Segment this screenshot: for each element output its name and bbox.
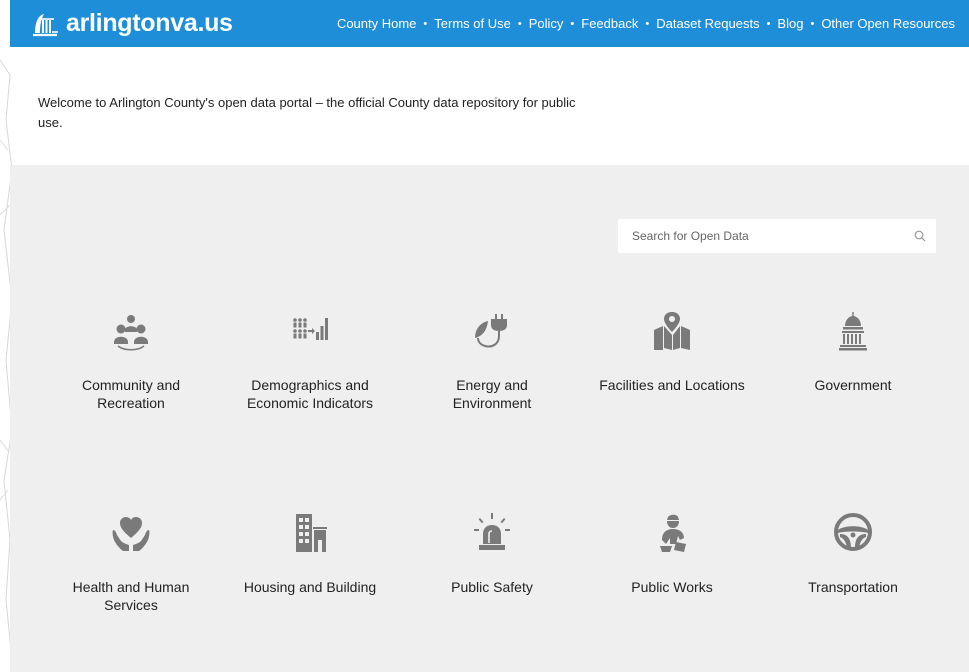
category-label: Transportation <box>808 579 898 595</box>
government-icon <box>839 312 867 351</box>
category-panel: Community and Recreation Demographics an… <box>10 165 969 672</box>
community-icon <box>114 315 148 351</box>
category-label: Facilities and Locations <box>599 377 745 393</box>
energy-icon <box>475 314 507 348</box>
nav-separator: • <box>423 17 428 30</box>
category-label: Demographics and Economic Indicators <box>246 377 374 411</box>
category-transportation[interactable]: Transportation <box>778 510 928 596</box>
site-header: arlingtonva.us County Home • Terms of Us… <box>10 0 969 47</box>
category-public-safety[interactable]: Public Safety <box>417 510 567 596</box>
category-label: Government <box>814 377 892 393</box>
category-public-works[interactable]: Public Works <box>597 510 747 596</box>
category-health-human-services[interactable]: Health and Human Services <box>56 510 206 614</box>
nav-separator: • <box>570 17 575 30</box>
search-box[interactable] <box>618 219 936 253</box>
category-label: Health and Human Services <box>72 579 190 613</box>
category-label: Public Works <box>631 579 713 595</box>
public-safety-icon <box>474 513 510 550</box>
transportation-icon <box>834 513 872 551</box>
facilities-icon <box>654 312 690 350</box>
housing-icon <box>296 514 327 552</box>
nav-blog[interactable]: Blog <box>777 16 803 31</box>
site-name: arlingtonva.us <box>66 9 233 37</box>
category-community-recreation[interactable]: Community and Recreation <box>56 308 206 412</box>
welcome-text: Welcome to Arlington County's open data … <box>38 95 576 130</box>
category-demographics[interactable]: Demographics and Economic Indicators <box>235 308 385 412</box>
category-government[interactable]: Government <box>778 308 928 394</box>
search-input[interactable] <box>630 228 904 244</box>
nav-dataset-requests[interactable]: Dataset Requests <box>656 16 759 31</box>
nav-county-home[interactable]: County Home <box>337 16 416 31</box>
nav-other-open-resources[interactable]: Other Open Resources <box>821 16 955 31</box>
public-works-icon <box>660 514 686 552</box>
nav-separator: • <box>766 17 771 30</box>
top-navigation: County Home • Terms of Use • Policy • Fe… <box>337 0 955 47</box>
category-facilities-locations[interactable]: Facilities and Locations <box>597 308 747 394</box>
nav-separator: • <box>810 17 815 30</box>
category-label: Public Safety <box>451 579 533 595</box>
site-logo[interactable]: arlingtonva.us <box>30 9 233 38</box>
category-label: Community and Recreation <box>81 377 181 411</box>
demographics-icon <box>293 318 328 340</box>
nav-separator: • <box>645 17 650 30</box>
category-label: Energy and Environment <box>452 377 532 411</box>
health-icon <box>112 517 150 551</box>
nav-separator: • <box>517 17 522 30</box>
category-housing-building[interactable]: Housing and Building <box>235 510 385 596</box>
nav-feedback[interactable]: Feedback <box>581 16 638 31</box>
search-icon[interactable] <box>914 230 926 242</box>
county-logo-icon <box>33 13 58 36</box>
nav-policy[interactable]: Policy <box>529 16 564 31</box>
category-label: Housing and Building <box>243 579 377 595</box>
nav-terms-of-use[interactable]: Terms of Use <box>434 16 511 31</box>
category-energy-environment[interactable]: Energy and Environment <box>417 308 567 412</box>
